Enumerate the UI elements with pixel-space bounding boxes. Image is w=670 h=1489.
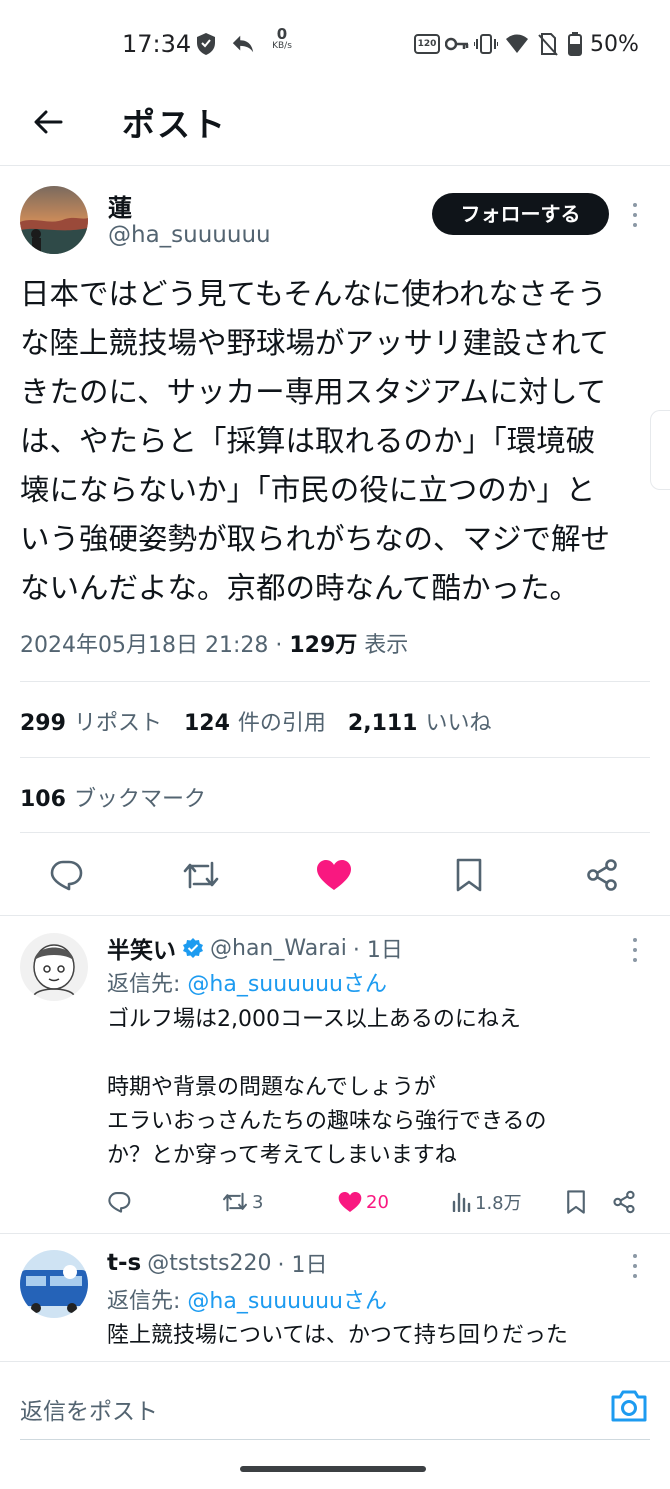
reply-author-handle[interactable]: @han_Warai: [210, 936, 347, 961]
reply-reply-button[interactable]: [107, 1188, 131, 1216]
reposts-stat[interactable]: 299 リポスト: [20, 705, 162, 737]
reply-time: · 1日: [352, 938, 403, 963]
share-icon: [613, 1190, 635, 1214]
app-header: ポスト: [0, 92, 670, 166]
battery-percent: 50%: [590, 32, 639, 57]
repost-icon: [183, 861, 219, 889]
post-more-options-icon[interactable]: [628, 200, 642, 230]
reply-like-count: 20: [366, 1191, 389, 1213]
heart-filled-icon: [338, 1192, 362, 1212]
wifi-icon: [505, 32, 529, 56]
repost-button[interactable]: [181, 855, 221, 895]
reply-to-link[interactable]: @ha_suuuuuuさん: [187, 972, 387, 997]
heart-filled-icon: [317, 860, 351, 890]
back-arrow-icon: [34, 110, 63, 134]
reply-bookmark-button[interactable]: [566, 1188, 586, 1216]
key-icon: [445, 32, 469, 56]
reply-more-options-icon[interactable]: [628, 1251, 642, 1281]
back-button[interactable]: [28, 102, 68, 142]
reply-avatar[interactable]: [20, 1250, 88, 1318]
bookmark-button[interactable]: [449, 855, 489, 895]
home-indicator[interactable]: [240, 1466, 426, 1472]
bookmark-icon: [456, 858, 482, 892]
like-button[interactable]: [314, 855, 354, 895]
camera-button[interactable]: [609, 1388, 649, 1424]
reply-icon: [108, 1192, 131, 1213]
reply-composer: 返信をポスト: [0, 1361, 670, 1489]
divider: [20, 757, 650, 758]
reply-input[interactable]: 返信をポスト: [20, 1392, 158, 1426]
reply-views-count: 1.8万: [475, 1193, 522, 1214]
reply-arrow-icon: [231, 32, 255, 56]
share-icon: [587, 859, 617, 891]
post-text: 日本ではどう見てもそんなに使われなさそう な陸上競技場や野球場がアッサリ建設され…: [20, 277, 611, 605]
page-title: ポスト: [122, 105, 227, 144]
reply-more-options-icon[interactable]: [628, 935, 642, 965]
reply-header: t-s @tststs220 · 1日: [107, 1247, 327, 1279]
reply-share-button[interactable]: [612, 1188, 636, 1216]
composer-underline: [20, 1439, 650, 1440]
no-sim-icon: [536, 32, 560, 56]
shield-icon: [194, 32, 218, 56]
share-button[interactable]: [582, 855, 622, 895]
reply-header: 半笑い @han_Warai · 1日: [107, 931, 403, 965]
author-name[interactable]: 蓮: [108, 188, 132, 223]
divider: [20, 832, 650, 833]
reply-repost-count: 3: [252, 1191, 264, 1213]
reply-button[interactable]: [46, 855, 86, 895]
reply-views-button[interactable]: 1.8万: [451, 1188, 522, 1216]
edge-panel-handle[interactable]: [650, 410, 670, 490]
reply-repost-button[interactable]: 3: [222, 1188, 263, 1216]
author-avatar[interactable]: [20, 186, 88, 254]
reply-icon: [50, 860, 83, 891]
battery-icon: [563, 32, 587, 56]
camera-icon: [611, 1390, 647, 1422]
reply-author-name[interactable]: t-s: [107, 1250, 141, 1276]
reply-author-name[interactable]: 半笑い: [107, 931, 176, 965]
vibrate-icon: [474, 32, 498, 56]
network-speed: 0 KB/s: [272, 25, 292, 52]
follow-button[interactable]: フォローする: [432, 193, 609, 235]
reply-like-button[interactable]: 20: [338, 1188, 389, 1216]
divider: [0, 1233, 670, 1234]
reply-avatar[interactable]: [20, 933, 88, 1001]
reply-time: · 1日: [277, 1253, 328, 1278]
status-time: 17:34: [122, 30, 192, 58]
reply-to-link[interactable]: @ha_suuuuuuさん: [187, 1289, 387, 1314]
likes-stat[interactable]: 2,111 いいね: [348, 705, 492, 737]
verified-badge-icon: [182, 937, 204, 959]
analytics-icon: [452, 1192, 471, 1212]
repost-icon: [223, 1192, 247, 1212]
meta-separator: ·: [268, 633, 290, 658]
author-handle[interactable]: @ha_suuuuuu: [108, 222, 271, 248]
bookmarks-stat[interactable]: 106 ブックマーク: [20, 781, 206, 813]
hd-voice-icon: 120: [414, 34, 440, 54]
post-datetime: 2024年05月18日 21:28: [20, 633, 269, 658]
views-count: 129万: [289, 633, 358, 658]
reply-author-handle[interactable]: @tststs220: [147, 1251, 271, 1276]
bookmark-icon: [567, 1190, 585, 1214]
post-meta: 2024年05月18日 21:28 · 129万 表示: [20, 627, 408, 659]
reply-text: ゴルフ場は2,000コース以上あるのにねえ 時期や背景の問題なんでしょうが エラ…: [107, 1007, 547, 1168]
reply-to-line: 返信先: @ha_suuuuuuさん: [107, 1289, 387, 1314]
divider: [20, 681, 650, 682]
divider: [0, 915, 670, 916]
reply-text: 陸上競技場については、かつて持ち回りだった: [107, 1323, 568, 1348]
reply-to-line: 返信先: @ha_suuuuuuさん: [107, 972, 387, 997]
views-label: 表示: [364, 633, 409, 658]
status-bar: 17:34 0 KB/s 120 50%: [0, 0, 670, 92]
quotes-stat[interactable]: 124 件の引用: [184, 705, 326, 737]
engagement-stats: 299 リポスト 124 件の引用 2,111 いいね: [20, 705, 492, 737]
